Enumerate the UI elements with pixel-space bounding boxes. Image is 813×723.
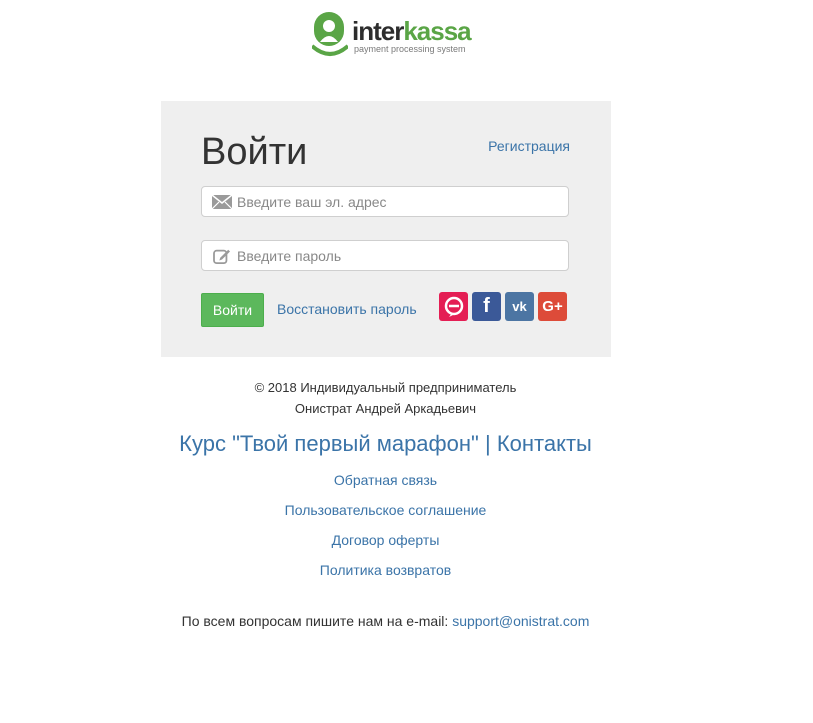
- email-input[interactable]: [237, 187, 557, 216]
- logo-word-inter: inter: [352, 16, 404, 46]
- refund-policy-link[interactable]: Политика возвратов: [0, 560, 771, 580]
- contact-line: По всем вопросам пишите нам на e-mail: s…: [0, 611, 771, 631]
- login-panel: Войти Регистрация Войти Восстановить пар…: [161, 101, 611, 357]
- logo-word-kassa: kassa: [403, 16, 471, 46]
- feedback-link[interactable]: Обратная связь: [0, 470, 771, 490]
- pencil-edit-icon: [213, 249, 230, 264]
- user-agreement-link[interactable]: Пользовательское соглашение: [0, 500, 771, 520]
- copyright-line-1: © 2018 Индивидуальный предприниматель: [254, 380, 517, 395]
- course-contacts-line: Курс "Твой первый марафон" | Контакты: [0, 429, 771, 459]
- copyright: © 2018 Индивидуальный предприниматель Он…: [0, 377, 771, 419]
- facebook-icon[interactable]: f: [472, 292, 501, 321]
- logo-tagline: payment processing system: [354, 44, 466, 54]
- envelope-icon: [212, 194, 232, 210]
- register-link[interactable]: Регистрация: [488, 138, 570, 154]
- password-field[interactable]: [201, 240, 569, 271]
- contact-text: По всем вопросам пишите нам на e-mail:: [181, 613, 453, 629]
- offer-contract-link[interactable]: Договор оферты: [0, 530, 771, 550]
- copyright-line-2: Онистрат Андрей Аркадьевич: [294, 401, 477, 416]
- vk-icon[interactable]: vk: [505, 292, 534, 321]
- separator: |: [484, 431, 491, 456]
- logo-wordmark: interkassa: [352, 16, 472, 46]
- support-email-link[interactable]: support@onistrat.com: [452, 613, 589, 629]
- interkassa-logo[interactable]: interkassa payment processing system: [312, 12, 472, 60]
- login-button[interactable]: Войти: [201, 293, 264, 327]
- chat-bubble-icon[interactable]: [439, 292, 468, 321]
- google-plus-icon[interactable]: G+: [538, 292, 567, 321]
- restore-password-link[interactable]: Восстановить пароль: [277, 301, 417, 317]
- course-link[interactable]: Курс "Твой первый марафон": [179, 431, 479, 456]
- person-badge-icon: [312, 12, 348, 56]
- password-input[interactable]: [237, 241, 557, 270]
- login-title: Войти: [201, 131, 308, 173]
- email-field[interactable]: [201, 186, 569, 217]
- contacts-link[interactable]: Контакты: [497, 431, 592, 456]
- chat-bubble-glyph: [444, 296, 463, 317]
